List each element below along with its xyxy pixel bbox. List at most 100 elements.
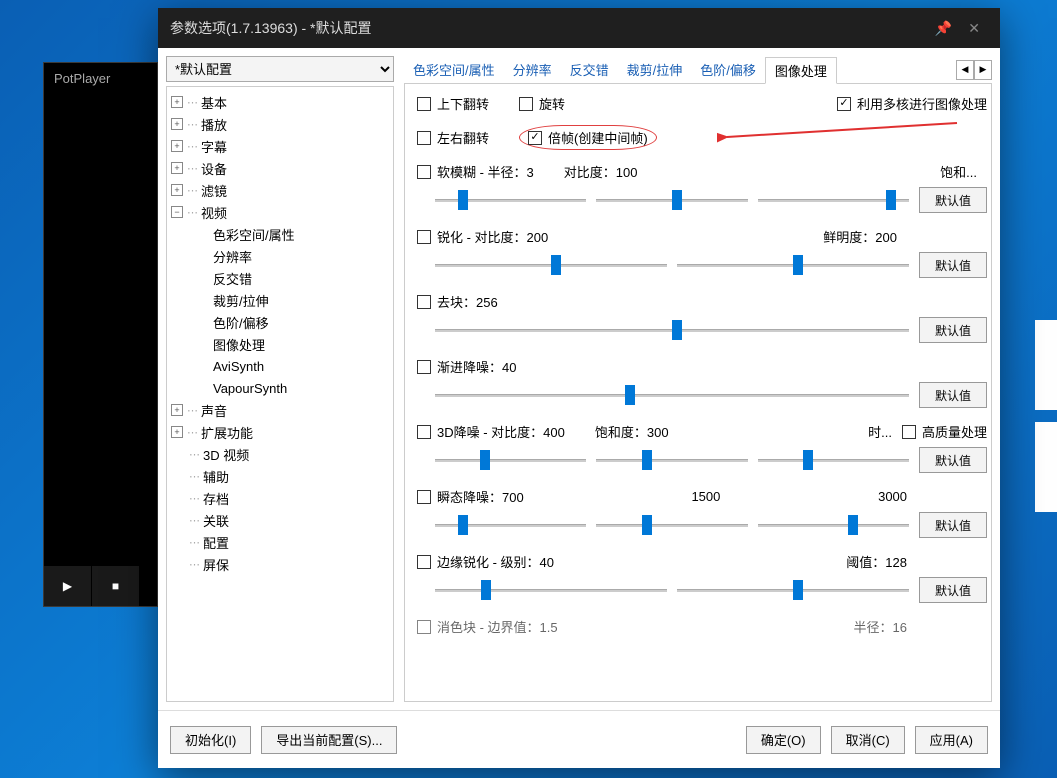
- gradualnr-default-button[interactable]: 默认值: [919, 382, 987, 408]
- softblur-default-button[interactable]: 默认值: [919, 187, 987, 213]
- tree-item-assist[interactable]: 辅助: [203, 467, 229, 486]
- tab-colorspace[interactable]: 色彩空间/属性: [404, 56, 504, 83]
- tree-item-device[interactable]: 设备: [201, 159, 227, 178]
- tree-item-assoc[interactable]: 关联: [203, 511, 229, 530]
- nr3d-time-slider[interactable]: [758, 451, 909, 469]
- tab-resolution[interactable]: 分辨率: [504, 56, 561, 83]
- initialize-button[interactable]: 初始化(I): [170, 726, 251, 754]
- deblock-slider[interactable]: [435, 321, 909, 339]
- dialog-titlebar[interactable]: 参数选项(1.7.13963) - *默认配置 📌 ✕: [158, 8, 1000, 48]
- sharpen-default-button[interactable]: 默认值: [919, 252, 987, 278]
- tab-imageproc[interactable]: 图像处理: [765, 57, 837, 84]
- nr3d-saturation-label: 饱和度：300: [595, 422, 669, 441]
- tab-crop[interactable]: 裁剪/拉伸: [618, 56, 692, 83]
- apply-button[interactable]: 应用(A): [915, 726, 988, 754]
- nr3d-contrast-slider[interactable]: [435, 451, 586, 469]
- annotation-arrow: [717, 119, 967, 149]
- softblur-checkbox[interactable]: 软模糊 - 半径：3: [417, 162, 534, 181]
- tab-scroll-right[interactable]: ▶: [974, 60, 992, 80]
- edge-default-button[interactable]: 默认值: [919, 577, 987, 603]
- softblur-radius-slider[interactable]: [435, 191, 586, 209]
- expand-icon[interactable]: +: [171, 140, 183, 152]
- sharpen-checkbox[interactable]: 锐化 - 对比度：200: [417, 227, 548, 246]
- tree-item-filter[interactable]: 滤镜: [201, 181, 227, 200]
- nr3d-saturation-slider[interactable]: [596, 451, 747, 469]
- gradualnr-slider[interactable]: [435, 386, 909, 404]
- tree-item-vapoursynth[interactable]: VapourSynth: [213, 381, 287, 396]
- collapse-icon[interactable]: −: [171, 206, 183, 218]
- nr3d-checkbox[interactable]: 3D降噪 - 对比度：400: [417, 422, 565, 441]
- decolorblock-checkbox[interactable]: 消色块 - 边界值：1.5: [417, 617, 558, 636]
- softblur-contrast-label: 对比度：100: [564, 162, 638, 181]
- expand-icon[interactable]: +: [171, 162, 183, 174]
- tree-item-imageproc[interactable]: 图像处理: [213, 335, 265, 354]
- temporalnr-default-button[interactable]: 默认值: [919, 512, 987, 538]
- tree-item-screensaver[interactable]: 屏保: [203, 555, 229, 574]
- nr3d-default-button[interactable]: 默认值: [919, 447, 987, 473]
- expand-icon[interactable]: +: [171, 184, 183, 196]
- tree-item-levels[interactable]: 色阶/偏移: [213, 313, 269, 332]
- expand-icon[interactable]: +: [171, 426, 183, 438]
- close-icon[interactable]: ✕: [960, 20, 988, 37]
- temporalnr-slider2[interactable]: [596, 516, 747, 534]
- tab-scroll-left[interactable]: ◀: [956, 60, 974, 80]
- softblur-saturation-slider[interactable]: [758, 191, 909, 209]
- dialog-title: 参数选项(1.7.13963) - *默认配置: [170, 18, 372, 38]
- profile-select[interactable]: *默认配置: [166, 56, 394, 82]
- flip-vertical-checkbox[interactable]: 上下翻转: [417, 94, 489, 113]
- decolorblock-radius-label: 半径：16: [854, 617, 907, 636]
- tree-item-avisynth[interactable]: AviSynth: [213, 359, 264, 374]
- softblur-saturation-label: 饱和...: [940, 162, 977, 181]
- pin-icon[interactable]: 📌: [927, 20, 960, 37]
- tree-item-subtitle[interactable]: 字幕: [201, 137, 227, 156]
- play-button[interactable]: ▶: [44, 566, 92, 606]
- flip-horizontal-checkbox[interactable]: 左右翻转: [417, 128, 489, 147]
- tab-levels[interactable]: 色阶/偏移: [691, 56, 765, 83]
- temporalnr-slider1[interactable]: [435, 516, 586, 534]
- temporalnr-slider3[interactable]: [758, 516, 909, 534]
- tree-item-crop[interactable]: 裁剪/拉伸: [213, 291, 269, 310]
- expand-icon[interactable]: +: [171, 404, 183, 416]
- tree-item-video[interactable]: 视频: [201, 203, 227, 222]
- tree-item-archive[interactable]: 存档: [203, 489, 229, 508]
- cancel-button[interactable]: 取消(C): [831, 726, 905, 754]
- tree-item-deinterlace[interactable]: 反交错: [213, 269, 252, 288]
- tree-item-audio[interactable]: 声音: [201, 401, 227, 420]
- edgesharpen-checkbox[interactable]: 边缘锐化 - 级别：40: [417, 552, 554, 571]
- edge-level-slider[interactable]: [435, 581, 667, 599]
- ok-button[interactable]: 确定(O): [746, 726, 821, 754]
- doubleframe-checkbox[interactable]: 倍帧(创建中间帧): [528, 128, 648, 147]
- deblock-checkbox[interactable]: 去块：256: [417, 292, 498, 311]
- edge-threshold-slider[interactable]: [677, 581, 909, 599]
- expand-icon[interactable]: +: [171, 118, 183, 130]
- sharpen-clarity-slider[interactable]: [677, 256, 909, 274]
- rotate-checkbox[interactable]: 旋转: [519, 94, 565, 113]
- deblock-default-button[interactable]: 默认值: [919, 317, 987, 343]
- softblur-contrast-slider[interactable]: [596, 191, 747, 209]
- sharpen-contrast-slider[interactable]: [435, 256, 667, 274]
- settings-tree[interactable]: +⋯基本 +⋯播放 +⋯字幕 +⋯设备 +⋯滤镜 −⋯视频 色彩空间/属性 分辨…: [166, 86, 394, 702]
- export-config-button[interactable]: 导出当前配置(S)...: [261, 726, 397, 754]
- gradualnr-checkbox[interactable]: 渐进降噪：40: [417, 357, 516, 376]
- tree-item-playback[interactable]: 播放: [201, 115, 227, 134]
- nr3d-hq-checkbox[interactable]: 高质量处理: [902, 422, 987, 441]
- tree-item-extended[interactable]: 扩展功能: [201, 423, 253, 442]
- tree-item-basic[interactable]: 基本: [201, 93, 227, 112]
- doubleframe-highlight: 倍帧(创建中间帧): [519, 125, 657, 150]
- tab-bar: 色彩空间/属性 分辨率 反交错 裁剪/拉伸 色阶/偏移 图像处理 ◀ ▶: [404, 56, 992, 84]
- potplayer-title: PotPlayer: [44, 63, 157, 94]
- expand-icon[interactable]: +: [171, 96, 183, 108]
- nr3d-time-label: 时...: [868, 422, 892, 441]
- stop-button[interactable]: ■: [92, 566, 140, 606]
- multicore-checkbox[interactable]: 利用多核进行图像处理: [837, 94, 987, 113]
- tree-item-3d[interactable]: 3D 视频: [203, 445, 249, 464]
- tree-item-resolution[interactable]: 分辨率: [213, 247, 252, 266]
- tree-item-colorspace[interactable]: 色彩空间/属性: [213, 225, 295, 244]
- temporalnr-checkbox[interactable]: 瞬态降噪：700: [417, 487, 524, 506]
- tab-deinterlace[interactable]: 反交错: [561, 56, 618, 83]
- edge-threshold-label: 阈值：128: [846, 552, 907, 571]
- potplayer-window: PotPlayer ▶ ■: [43, 62, 158, 607]
- sharpen-clarity-label: 鲜明度：200: [823, 227, 897, 246]
- temporalnr-v3-label: 3000: [878, 489, 907, 504]
- tree-item-config[interactable]: 配置: [203, 533, 229, 552]
